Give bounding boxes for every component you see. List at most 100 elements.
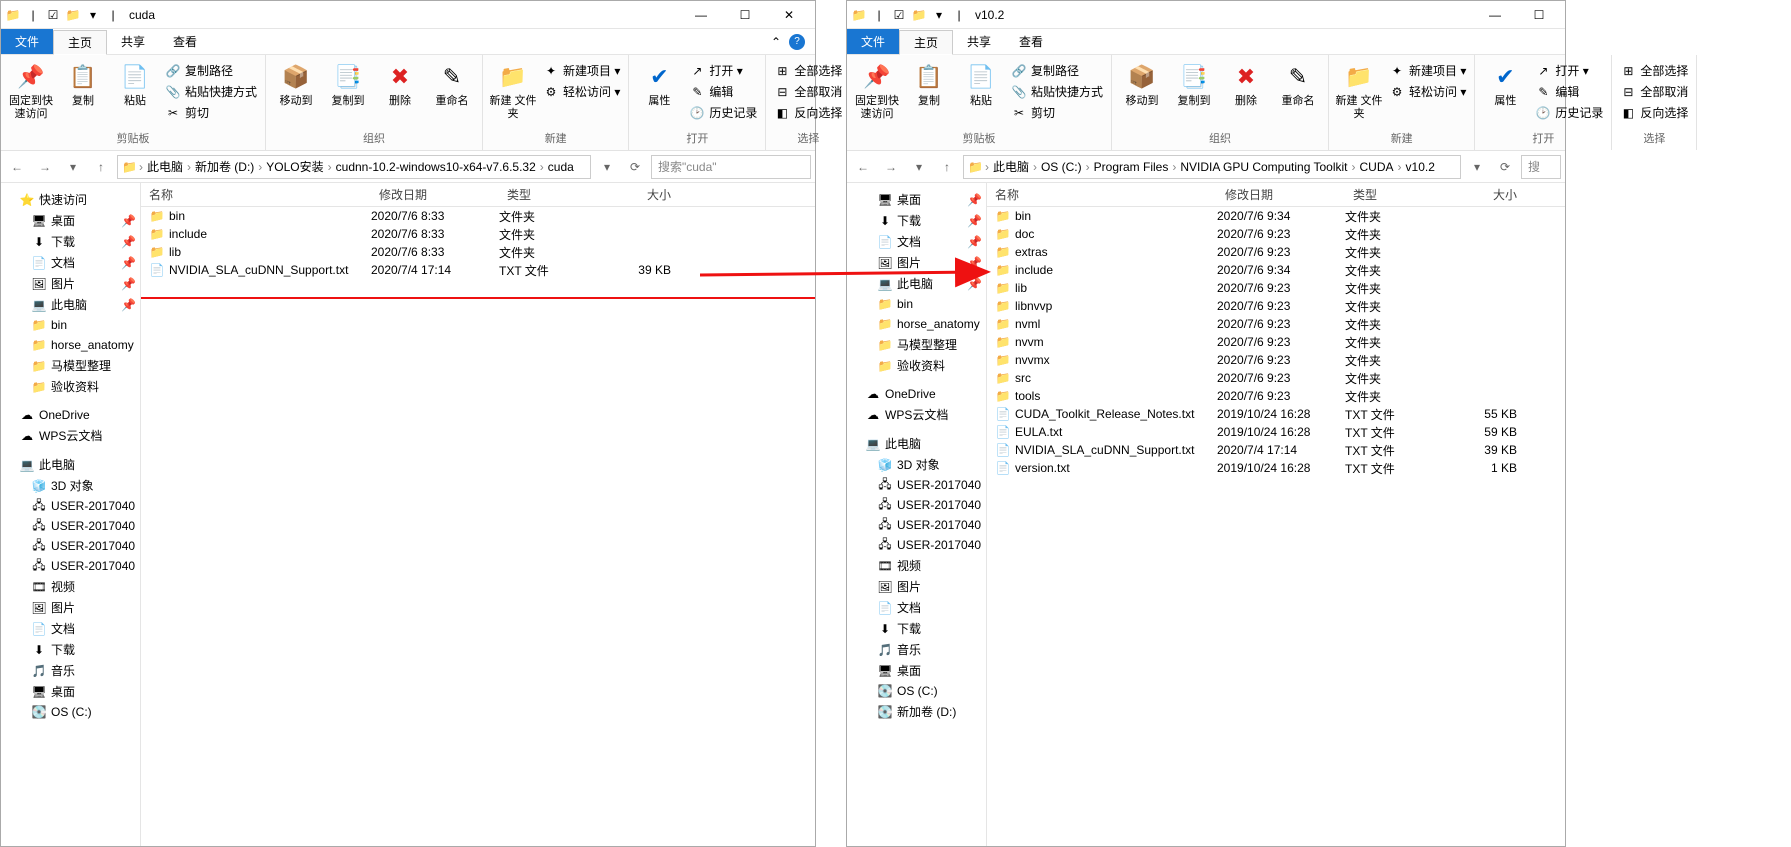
- new-item-button[interactable]: ✦新建项目 ▾: [1387, 61, 1468, 80]
- file-row[interactable]: 📁lib2020/7/6 9:23文件夹: [987, 279, 1565, 297]
- select-all-button[interactable]: ⊞全部选择: [1618, 61, 1690, 80]
- chevron-right-icon[interactable]: ›: [328, 160, 332, 174]
- file-row[interactable]: 📁bin2020/7/6 9:34文件夹: [987, 207, 1565, 225]
- tree-item[interactable]: 🖧USER-2017040: [847, 495, 986, 515]
- tree-item[interactable]: 📁马模型整理: [1, 355, 140, 376]
- maximize-button[interactable]: ☐: [723, 1, 767, 29]
- copy-path-button[interactable]: 🔗复制路径: [163, 61, 259, 80]
- select-none-button[interactable]: ⊟全部取消: [1618, 82, 1690, 101]
- tree-item[interactable]: ⬇下载📌: [1, 231, 140, 252]
- copy-button[interactable]: 📋复制: [59, 57, 107, 108]
- tab-view[interactable]: 查看: [159, 29, 211, 54]
- tree-item[interactable]: 🖼图片📌: [847, 252, 986, 273]
- tree-item[interactable]: 📁bin: [1, 315, 140, 335]
- file-row[interactable]: 📁nvml2020/7/6 9:23文件夹: [987, 315, 1565, 333]
- copy-path-button[interactable]: 🔗复制路径: [1009, 61, 1105, 80]
- tree-item[interactable]: 🎵音乐: [1, 660, 140, 681]
- tab-file[interactable]: 文件: [1, 29, 53, 54]
- file-row[interactable]: 📁src2020/7/6 9:23文件夹: [987, 369, 1565, 387]
- col-name[interactable]: 名称: [141, 186, 371, 203]
- file-row[interactable]: 📁doc2020/7/6 9:23文件夹: [987, 225, 1565, 243]
- invert-selection-button[interactable]: ◧反向选择: [1618, 103, 1690, 122]
- breadcrumb-item[interactable]: 此电脑: [991, 158, 1031, 175]
- copy-button[interactable]: 📋复制: [905, 57, 953, 108]
- tree-item[interactable]: 📄文档📌: [1, 252, 140, 273]
- tree-item[interactable]: 💽OS (C:): [847, 681, 986, 701]
- minimize-button[interactable]: —: [679, 1, 723, 29]
- nav-forward-button[interactable]: →: [33, 155, 57, 179]
- col-type[interactable]: 类型: [1345, 186, 1445, 203]
- select-none-button[interactable]: ⊟全部取消: [772, 82, 844, 101]
- file-row[interactable]: 📁nvvm2020/7/6 9:23文件夹: [987, 333, 1565, 351]
- chevron-right-icon[interactable]: ›: [258, 160, 262, 174]
- col-size[interactable]: 大小: [599, 186, 679, 203]
- breadcrumb-item[interactable]: Program Files: [1092, 160, 1171, 174]
- rename-button[interactable]: ✎重命名: [1274, 57, 1322, 108]
- open-button[interactable]: ↗打开 ▾: [1533, 61, 1605, 80]
- pin-quickaccess-button[interactable]: 📌固定到快 速访问: [853, 57, 901, 121]
- properties-button[interactable]: ✔属性: [1481, 57, 1529, 108]
- file-list[interactable]: 📁bin2020/7/6 8:33文件夹📁include2020/7/6 8:3…: [141, 207, 815, 846]
- file-row[interactable]: 📁bin2020/7/6 8:33文件夹: [141, 207, 815, 225]
- history-button[interactable]: 🕑历史记录: [687, 103, 759, 122]
- open-button[interactable]: ↗打开 ▾: [687, 61, 759, 80]
- delete-button[interactable]: ✖删除: [1222, 57, 1270, 108]
- qat-properties-icon[interactable]: ☑: [891, 7, 907, 23]
- file-row[interactable]: 📁include2020/7/6 8:33文件夹: [141, 225, 815, 243]
- tab-home[interactable]: 主页: [899, 30, 953, 55]
- breadcrumb-item[interactable]: cuda: [546, 160, 576, 174]
- breadcrumb-item[interactable]: v10.2: [1404, 160, 1437, 174]
- breadcrumb-item[interactable]: NVIDIA GPU Computing Toolkit: [1178, 160, 1349, 174]
- copy-to-button[interactable]: 📑复制到: [324, 57, 372, 108]
- file-row[interactable]: 📄NVIDIA_SLA_cuDNN_Support.txt2020/7/4 17…: [141, 261, 815, 279]
- tree-item[interactable]: 🖧USER-2017040: [1, 516, 140, 536]
- move-to-button[interactable]: 📦移动到: [1118, 57, 1166, 108]
- nav-back-button[interactable]: ←: [5, 155, 29, 179]
- tree-item[interactable]: ⬇下载: [1, 639, 140, 660]
- file-row[interactable]: 📁lib2020/7/6 8:33文件夹: [141, 243, 815, 261]
- file-list[interactable]: 📁bin2020/7/6 9:34文件夹📁doc2020/7/6 9:23文件夹…: [987, 207, 1565, 846]
- invert-selection-button[interactable]: ◧反向选择: [772, 103, 844, 122]
- easy-access-button[interactable]: ⚙轻松访问 ▾: [1387, 82, 1468, 101]
- column-headers[interactable]: 名称 修改日期 类型 大小: [987, 183, 1565, 207]
- maximize-button[interactable]: ☐: [1517, 1, 1561, 29]
- tree-item[interactable]: 📄文档: [1, 618, 140, 639]
- file-row[interactable]: 📁libnvvp2020/7/6 9:23文件夹: [987, 297, 1565, 315]
- nav-up-button[interactable]: ↑: [935, 155, 959, 179]
- col-name[interactable]: 名称: [987, 186, 1217, 203]
- breadcrumb-item[interactable]: CUDA: [1358, 160, 1396, 174]
- move-to-button[interactable]: 📦移动到: [272, 57, 320, 108]
- delete-button[interactable]: ✖删除: [376, 57, 424, 108]
- tree-item[interactable]: 🖧USER-2017040: [847, 475, 986, 495]
- tree-item[interactable]: 📄文档: [847, 597, 986, 618]
- tree-item[interactable]: 📁马模型整理: [847, 334, 986, 355]
- new-item-button[interactable]: ✦新建项目 ▾: [541, 61, 622, 80]
- paste-shortcut-button[interactable]: 📎粘贴快捷方式: [163, 82, 259, 101]
- refresh-button[interactable]: ⟳: [623, 155, 647, 179]
- tree-item[interactable]: 🖼图片: [847, 576, 986, 597]
- tree-item[interactable]: 💻此电脑: [1, 454, 140, 475]
- tab-view[interactable]: 查看: [1005, 29, 1057, 54]
- col-date[interactable]: 修改日期: [371, 186, 499, 203]
- col-type[interactable]: 类型: [499, 186, 599, 203]
- file-row[interactable]: 📁include2020/7/6 9:34文件夹: [987, 261, 1565, 279]
- tab-file[interactable]: 文件: [847, 29, 899, 54]
- tree-item[interactable]: 🖧USER-2017040: [847, 515, 986, 535]
- nav-dropdown-button[interactable]: ▾: [595, 155, 619, 179]
- file-row[interactable]: 📁tools2020/7/6 9:23文件夹: [987, 387, 1565, 405]
- ribbon-collapse-icon[interactable]: ⌃: [771, 35, 781, 49]
- qat-dropdown-icon[interactable]: ▾: [85, 7, 101, 23]
- nav-tree[interactable]: ⭐快速访问🖥桌面📌⬇下载📌📄文档📌🖼图片📌💻此电脑📌📁bin📁horse_ana…: [1, 183, 141, 846]
- edit-button[interactable]: ✎编辑: [1533, 82, 1605, 101]
- paste-button[interactable]: 📄粘贴: [957, 57, 1005, 108]
- tree-item[interactable]: 🖧USER-2017040: [1, 536, 140, 556]
- tree-item[interactable]: 🖥桌面: [847, 660, 986, 681]
- nav-recent-button[interactable]: ▾: [907, 155, 931, 179]
- tree-item[interactable]: 🖥桌面📌: [847, 189, 986, 210]
- rename-button[interactable]: ✎重命名: [428, 57, 476, 108]
- nav-forward-button[interactable]: →: [879, 155, 903, 179]
- refresh-button[interactable]: ⟳: [1493, 155, 1517, 179]
- nav-recent-button[interactable]: ▾: [61, 155, 85, 179]
- col-date[interactable]: 修改日期: [1217, 186, 1345, 203]
- edit-button[interactable]: ✎编辑: [687, 82, 759, 101]
